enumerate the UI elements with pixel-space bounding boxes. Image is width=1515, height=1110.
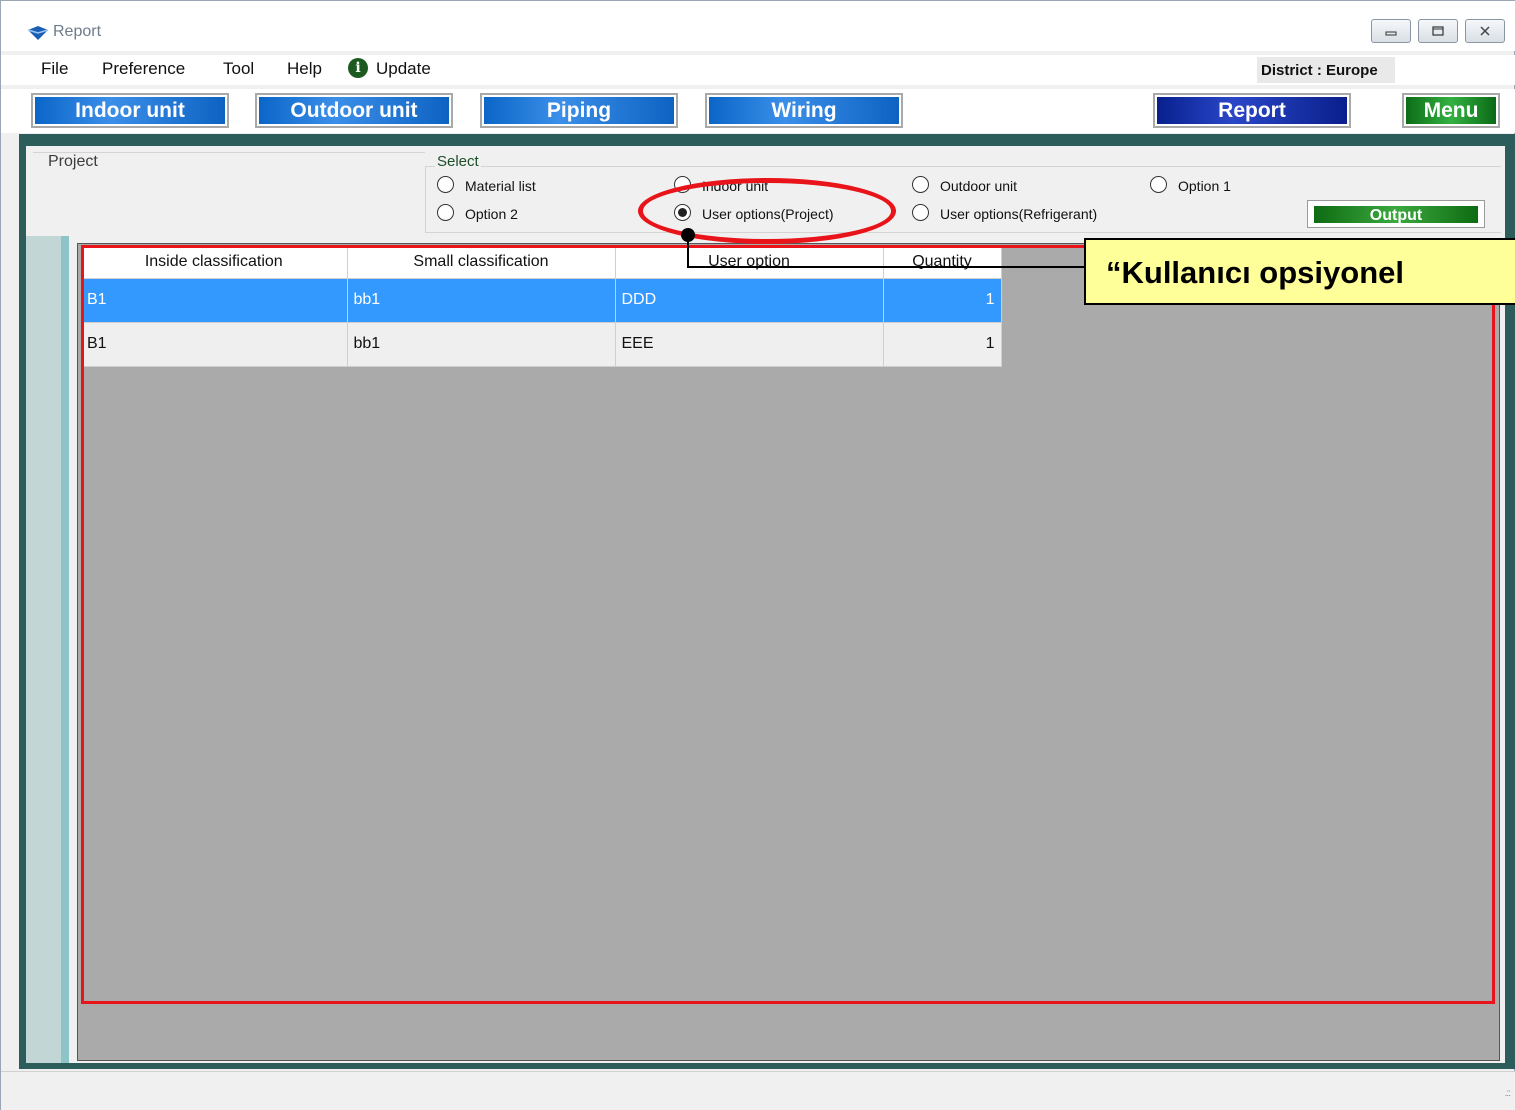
piping-button[interactable]: Piping	[480, 93, 678, 128]
cell-quantity: 1	[883, 322, 1002, 367]
cell-option: EEE	[615, 322, 884, 367]
cell-small: bb1	[347, 278, 616, 323]
menu-help[interactable]: Help	[287, 59, 322, 79]
table-row[interactable]: B1 bb1 EEE 1	[81, 322, 1002, 367]
indoor-unit-button[interactable]: Indoor unit	[31, 93, 229, 128]
table-row[interactable]: B1 bb1 DDD 1	[81, 278, 1002, 323]
menu-file[interactable]: File	[41, 59, 68, 79]
radio-user-options-project-label: User options(Project)	[702, 206, 834, 222]
app-logo-icon	[27, 26, 49, 40]
outdoor-unit-label: Outdoor unit	[259, 97, 449, 124]
resize-grip-icon[interactable]: .::	[1505, 1088, 1511, 1099]
project-label: Project	[45, 153, 101, 171]
piping-label: Piping	[484, 97, 674, 124]
title-bar: Report	[1, 1, 1515, 51]
column-header-small-classification[interactable]: Small classification	[347, 246, 616, 279]
cell-small: bb1	[347, 322, 616, 367]
outdoor-unit-button[interactable]: Outdoor unit	[255, 93, 453, 128]
output-label: Output	[1314, 206, 1478, 224]
radio-material-list[interactable]	[437, 176, 454, 193]
report-button[interactable]: Report	[1153, 93, 1351, 128]
cell-quantity: 1	[883, 278, 1002, 323]
radio-option-2[interactable]	[437, 204, 454, 221]
radio-user-options-refrigerant[interactable]	[912, 204, 929, 221]
maximize-icon	[1432, 26, 1444, 36]
radio-user-options-project[interactable]	[674, 204, 691, 221]
callout-box: “Kullanıcı opsiyonel	[1084, 238, 1515, 305]
radio-option-2-label: Option 2	[465, 206, 518, 222]
select-label: Select	[435, 153, 481, 170]
grid-side-strip	[26, 236, 62, 1063]
callout-dot	[681, 228, 695, 242]
maximize-button[interactable]	[1418, 19, 1458, 43]
menu-tool[interactable]: Tool	[223, 59, 254, 79]
column-header-inside-classification[interactable]: Inside classification	[81, 246, 348, 279]
minimize-icon	[1385, 31, 1397, 36]
wiring-button[interactable]: Wiring	[705, 93, 903, 128]
cell-inside: B1	[81, 322, 348, 367]
indoor-unit-label: Indoor unit	[35, 97, 225, 124]
report-window: Report File Preference Tool Help i Updat…	[0, 0, 1515, 1110]
info-icon: i	[348, 58, 368, 78]
minimize-button[interactable]	[1371, 19, 1411, 43]
radio-indoor-unit-label: Indoor unit	[702, 178, 769, 194]
radio-option-1[interactable]	[1150, 176, 1167, 193]
radio-outdoor-unit[interactable]	[912, 176, 929, 193]
grid-left-bar	[61, 236, 69, 1063]
menu-label: Menu	[1406, 97, 1496, 124]
radio-material-list-label: Material list	[465, 178, 536, 194]
close-button[interactable]	[1465, 19, 1505, 43]
close-icon	[1480, 26, 1490, 36]
report-label: Report	[1157, 97, 1347, 124]
menu-preference[interactable]: Preference	[102, 59, 185, 79]
cell-option: DDD	[615, 278, 884, 323]
radio-indoor-unit[interactable]	[674, 176, 691, 193]
radio-user-options-refrigerant-label: User options(Refrigerant)	[940, 206, 1098, 222]
menu-button[interactable]: Menu	[1402, 93, 1500, 128]
radio-option-1-label: Option 1	[1178, 178, 1231, 194]
cell-inside: B1	[81, 278, 348, 323]
wiring-label: Wiring	[709, 97, 899, 124]
district-label: District : Europe	[1261, 62, 1378, 79]
menu-update[interactable]: Update	[376, 59, 431, 79]
radio-outdoor-unit-label: Outdoor unit	[940, 178, 1018, 194]
callout-connector	[687, 235, 1087, 268]
status-bar: .::	[1, 1071, 1515, 1110]
output-button[interactable]: Output	[1307, 200, 1485, 228]
window-title: Report	[53, 23, 102, 40]
